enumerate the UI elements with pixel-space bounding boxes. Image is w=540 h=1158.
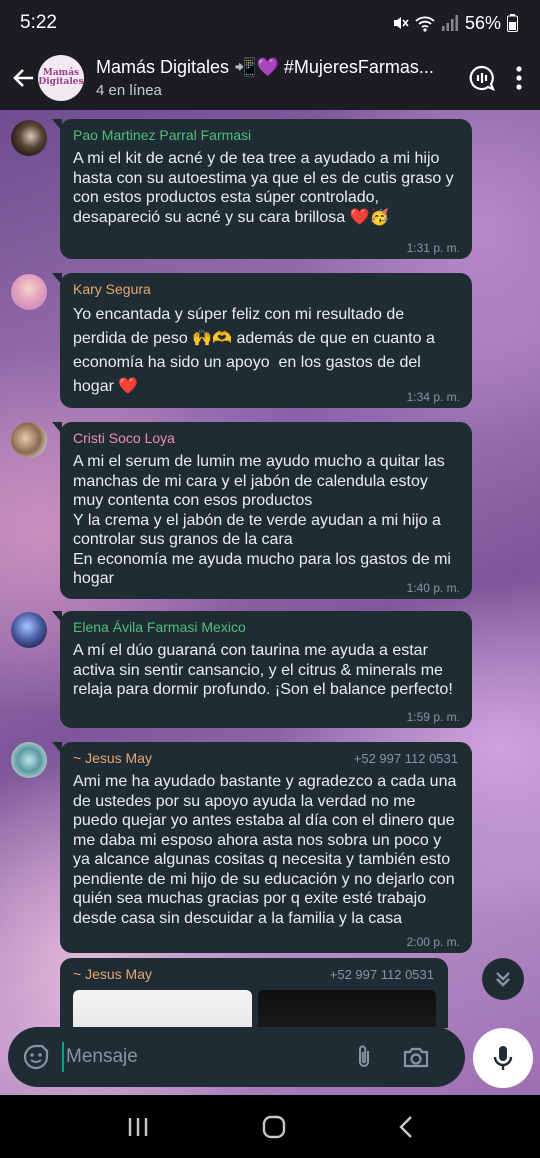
group-title: Mamás Digitales 📲💜 #MujeresFarmas... <box>96 57 434 77</box>
chat-header: Mamás Digitales Mamás Digitales 📲💜 #Muje… <box>0 46 540 110</box>
media-thumbnail[interactable] <box>257 990 436 1028</box>
message-text: A mí el dúo guaraná con taurina me ayuda… <box>73 642 453 698</box>
message-composer <box>8 1027 465 1087</box>
more-options-icon[interactable] <box>516 66 522 90</box>
message-text: A mi el kit de acné y de tea tree a ayud… <box>73 150 459 226</box>
message-text: A mi el serum de lumin me ayudo mucho a … <box>73 453 451 587</box>
mute-icon <box>393 17 409 29</box>
message-bubble[interactable]: ~ Jesus May +52 997 112 0531 Ami me ha a… <box>52 742 472 953</box>
back-nav-icon[interactable] <box>398 1115 414 1139</box>
avatar[interactable] <box>11 742 47 778</box>
sender-name[interactable]: Kary Segura <box>73 281 460 297</box>
status-bar: 5:22 56% <box>0 0 540 46</box>
recent-apps-icon[interactable] <box>126 1116 150 1138</box>
microphone-icon <box>493 1046 513 1070</box>
message-time: 1:59 p. m. <box>406 710 460 724</box>
paperclip-icon[interactable] <box>352 1043 376 1071</box>
home-icon[interactable] <box>262 1115 286 1139</box>
message-bubble[interactable]: Pao Martinez Parral Farmasi A mi el kit … <box>52 119 472 259</box>
message-text: Ami me ha ayudado bastante y agradezco a… <box>73 773 461 927</box>
wifi-icon <box>415 16 435 32</box>
voice-message-button[interactable] <box>473 1028 533 1088</box>
sender-name[interactable]: Pao Martinez Parral Farmasi <box>73 127 460 143</box>
system-nav-bar <box>0 1095 540 1158</box>
sender-phone: +52 997 112 0531 <box>353 751 458 766</box>
avatar[interactable] <box>11 120 47 156</box>
signal-icon <box>441 15 458 31</box>
message-input[interactable] <box>62 1042 342 1072</box>
status-time: 5:22 <box>20 12 57 33</box>
sticker-icon[interactable] <box>22 1043 50 1071</box>
online-count: 4 en línea <box>96 82 162 99</box>
sender-name[interactable]: Elena Ávila Farmasi Mexico <box>73 619 460 635</box>
message-text: Yo encantada y súper feliz con mi result… <box>73 306 440 395</box>
message-bubble[interactable]: Kary Segura Yo encantada y súper feliz c… <box>52 273 472 408</box>
message-time: 1:40 p. m. <box>406 581 460 595</box>
double-chevron-down-icon <box>496 972 510 987</box>
battery-percent: 56% <box>464 12 501 33</box>
header-text[interactable]: Mamás Digitales 📲💜 #MujeresFarmas... 4 e… <box>96 57 436 99</box>
arrow-left-icon <box>13 69 33 87</box>
message-bubble[interactable]: Elena Ávila Farmasi Mexico A mí el dúo g… <box>52 611 472 728</box>
sender-name[interactable]: Cristi Soco Loya <box>73 430 460 446</box>
message-bubble[interactable]: ~ Jesus May +52 997 112 0531 <box>60 958 448 1028</box>
chat-area[interactable]: Pao Martinez Parral Farmasi A mi el kit … <box>0 110 540 1095</box>
media-row <box>73 990 436 1028</box>
message-time: 1:34 p. m. <box>406 390 460 404</box>
message-bubble[interactable]: Cristi Soco Loya A mi el serum de lumin … <box>52 422 472 599</box>
sender-phone: +52 997 112 0531 <box>329 967 434 982</box>
scroll-to-bottom-button[interactable] <box>482 958 524 1000</box>
camera-icon[interactable] <box>402 1044 430 1070</box>
battery-icon <box>507 14 518 32</box>
message-time: 2:00 p. m. <box>406 935 460 949</box>
avatar[interactable] <box>11 612 47 648</box>
status-icons: 56% <box>391 13 518 34</box>
group-avatar-text: Mamás Digitales <box>38 67 84 87</box>
avatar[interactable] <box>11 274 47 310</box>
voice-chat-icon[interactable] <box>468 64 496 92</box>
media-thumbnail[interactable] <box>73 990 252 1028</box>
group-avatar[interactable]: Mamás Digitales <box>38 55 84 101</box>
avatar[interactable] <box>11 422 47 458</box>
message-time: 1:31 p. m. <box>406 241 460 255</box>
